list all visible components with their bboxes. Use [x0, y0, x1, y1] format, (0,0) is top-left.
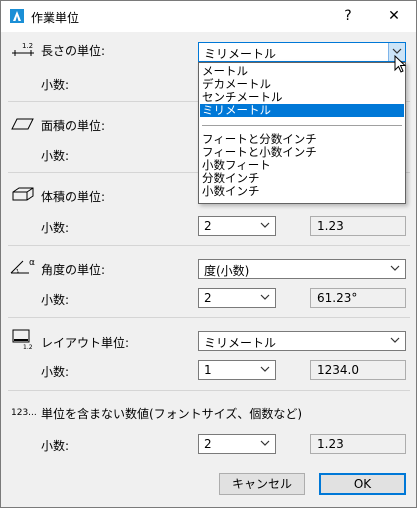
- units-dialog: 作業単位 ? ✕ 1.2 長さの単位: ミリメートル 小数: 面積の単位: 小数…: [0, 0, 417, 508]
- area-decimals-label: 小数:: [41, 149, 70, 163]
- angle-unit-label: 角度の単位:: [41, 263, 106, 277]
- unitless-decimals-value: 2: [204, 437, 212, 451]
- length-unit-value: ミリメートル: [204, 47, 277, 61]
- layout-sample-field: 1234.0: [310, 360, 406, 380]
- layout-decimals-label: 小数:: [41, 365, 70, 379]
- unitless-label: 単位を含まない数値(フォントサイズ、個数など): [41, 407, 303, 421]
- app-icon: [10, 9, 24, 23]
- cancel-button[interactable]: キャンセル: [219, 473, 305, 495]
- help-button[interactable]: ?: [334, 5, 362, 27]
- volume-decimals-label: 小数:: [41, 221, 70, 235]
- volume-unit-icon: [12, 187, 34, 201]
- separator: [8, 390, 410, 391]
- separator: [8, 245, 410, 246]
- volume-decimals-value: 2: [204, 219, 212, 233]
- layout-unit-value: ミリメートル: [204, 336, 277, 350]
- dropdown-option-millimeter[interactable]: ミリメートル: [200, 104, 404, 117]
- angle-sample-field: 61.23°: [310, 288, 406, 308]
- layout-decimals-select[interactable]: 1: [198, 360, 276, 380]
- dropdown-option-decimal-inch[interactable]: 小数インチ: [200, 185, 404, 198]
- ok-button[interactable]: OK: [319, 473, 406, 495]
- volume-unit-label: 体積の単位:: [41, 190, 106, 204]
- angle-sample-value: 61.23°: [317, 291, 358, 305]
- unitless-decimals-label: 小数:: [41, 439, 70, 453]
- angle-unit-value: 度(小数): [204, 264, 250, 278]
- mouse-cursor-icon: [394, 55, 407, 73]
- title-bar: 作業単位 ? ✕: [1, 1, 416, 32]
- angle-unit-icon: α: [10, 258, 35, 274]
- chevron-down-icon: [260, 440, 270, 446]
- chevron-down-icon: [260, 366, 270, 372]
- volume-decimals-select[interactable]: 2: [198, 216, 276, 236]
- close-button[interactable]: ✕: [380, 5, 408, 27]
- close-icon: ✕: [388, 8, 400, 24]
- length-decimals-label: 小数:: [41, 78, 70, 92]
- length-icon-text: 1.2: [22, 42, 33, 50]
- angle-decimals-select[interactable]: 2: [198, 288, 276, 308]
- layout-unit-icon: 1.2: [12, 329, 33, 351]
- angle-unit-select[interactable]: 度(小数): [198, 259, 406, 279]
- unitless-sample-value: 1.23: [317, 437, 344, 451]
- volume-sample-field: 1.23: [310, 216, 406, 236]
- unitless-icon: 123...: [11, 408, 37, 418]
- layout-sample-value: 1234.0: [317, 363, 359, 377]
- chevron-down-icon: [390, 265, 400, 271]
- layout-decimals-value: 1: [204, 363, 212, 377]
- volume-sample-value: 1.23: [317, 219, 344, 233]
- separator: [8, 317, 410, 318]
- area-unit-label: 面積の単位:: [41, 119, 106, 133]
- angle-decimals-label: 小数:: [41, 293, 70, 307]
- chevron-down-icon: [260, 294, 270, 300]
- help-icon: ?: [344, 8, 352, 24]
- layout-unit-label: レイアウト単位:: [41, 336, 130, 350]
- layout-unit-select[interactable]: ミリメートル: [198, 331, 406, 351]
- layout-icon-text: 1.2: [23, 344, 33, 351]
- unitless-decimals-select[interactable]: 2: [198, 434, 276, 454]
- length-unit-icon: 1.2: [12, 42, 34, 56]
- dropdown-separator: [202, 125, 402, 126]
- angle-decimals-value: 2: [204, 291, 212, 305]
- angle-icon-text: α: [29, 258, 35, 268]
- unitless-sample-field: 1.23: [310, 434, 406, 454]
- chevron-down-icon: [260, 222, 270, 228]
- length-unit-dropdown-list: メートル デカメートル センチメートル ミリメートル フィートと分数インチ フィ…: [198, 62, 406, 204]
- window-title: 作業単位: [31, 11, 80, 25]
- chevron-down-icon: [390, 337, 400, 343]
- length-unit-select[interactable]: ミリメートル: [198, 42, 406, 62]
- length-unit-label: 長さの単位:: [41, 44, 106, 58]
- area-unit-icon: [11, 118, 34, 130]
